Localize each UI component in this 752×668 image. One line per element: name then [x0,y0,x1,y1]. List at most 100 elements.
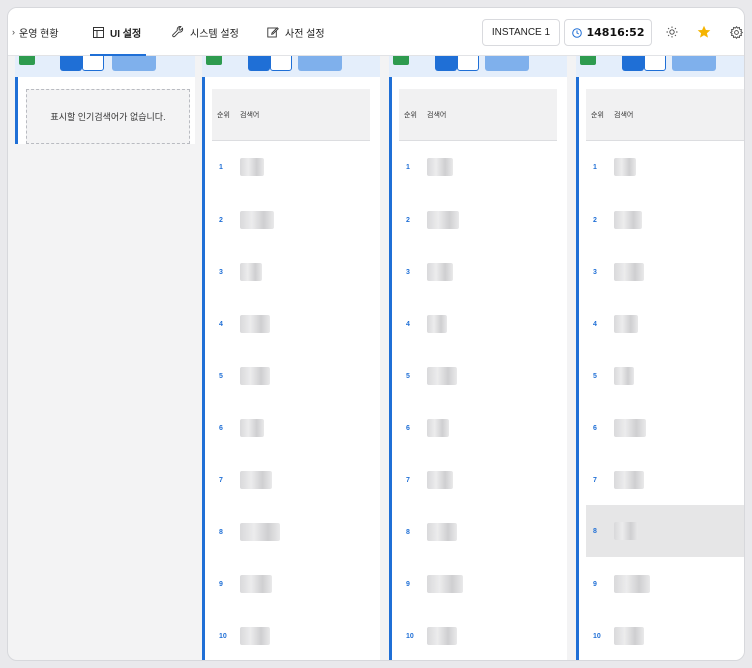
keyword-column-header: 검색어 [427,111,447,119]
nav-ui-settings[interactable]: UI 설정 [93,8,141,56]
table-row[interactable]: 3 [212,250,370,294]
panel-toolbar [15,56,195,77]
edit-icon [267,27,279,38]
toolbar-button[interactable] [270,56,292,71]
app-window: › 운영 현황 UI 설정 시스템 설정 사전 설정 INSTANCE 1 14… [7,7,745,661]
toolbar-button[interactable] [60,56,82,71]
table-row[interactable]: 1 [399,145,557,189]
toolbar-green-button[interactable] [393,56,409,65]
instance-selector[interactable]: INSTANCE 1 [482,19,560,46]
table-row[interactable]: 5 [212,354,370,398]
table-row[interactable]: 2 [586,198,744,242]
empty-state-message: 표시할 인기검색어가 없습니다. [50,112,166,122]
toolbar-button[interactable] [644,56,666,71]
star-icon[interactable] [696,24,712,40]
panel-toolbar [389,56,567,77]
panel-toolbar [202,56,380,77]
toolbar-button[interactable] [248,56,270,71]
toolbar-button[interactable] [112,56,156,71]
rank-column-header: 순위 [404,111,417,119]
table-row[interactable]: 8 [399,510,557,554]
toolbar-button[interactable] [672,56,716,71]
sun-icon[interactable] [664,24,680,40]
rank-number: 9 [406,580,410,588]
table-row[interactable]: 1 [586,145,744,189]
wrench-icon [172,26,184,38]
table-row[interactable]: 4 [586,302,744,346]
table-row[interactable]: 2 [212,198,370,242]
blurred-keyword [614,211,642,229]
blurred-keyword [427,158,453,176]
blurred-keyword [427,627,457,645]
table-row[interactable]: 10 [586,614,744,658]
keyword-column-header: 검색어 [614,111,634,119]
table-row[interactable]: 9 [212,562,370,606]
blurred-keyword [240,315,270,333]
table-row[interactable]: 2 [399,198,557,242]
blurred-keyword [614,575,650,593]
panel-toolbar [576,56,744,77]
table-row[interactable]: 6 [586,406,744,450]
rank-number: 1 [219,163,223,171]
table-row[interactable]: 3 [399,250,557,294]
nav-dictionary-settings-label: 사전 설정 [285,28,325,40]
toolbar-button[interactable] [622,56,644,71]
rank-number: 6 [406,424,410,432]
toolbar-button[interactable] [435,56,457,71]
table-row[interactable]: 7 [399,458,557,502]
toolbar-button[interactable] [82,56,104,71]
blurred-keyword [614,158,636,176]
nav-system-settings[interactable]: 시스템 설정 [172,8,239,56]
rank-number: 7 [593,476,597,484]
blurred-keyword [240,523,280,541]
blurred-keyword [427,315,447,333]
table-row-hovered[interactable]: 8 [586,505,744,557]
blurred-keyword [614,522,638,540]
table-row[interactable]: 4 [212,302,370,346]
blurred-keyword [614,263,644,281]
toolbar-button[interactable] [457,56,479,71]
table-row[interactable]: 10 [399,614,557,658]
table-row[interactable]: 9 [399,562,557,606]
ranking-panel-3: 순위 검색어 1 2 3 4 5 6 7 8 9 10 [389,56,567,660]
blurred-keyword [427,263,453,281]
toolbar-button[interactable] [485,56,529,71]
table-header: 순위 검색어 [586,89,744,141]
blurred-keyword [240,575,272,593]
blurred-keyword [614,315,638,333]
table-row[interactable]: 8 [212,510,370,554]
rank-number: 6 [593,424,597,432]
table-row[interactable]: 6 [212,406,370,450]
rank-number: 10 [406,632,414,640]
table-row[interactable]: 5 [399,354,557,398]
rank-number: 1 [593,163,597,171]
nav-operations[interactable]: › 운영 현황 [12,8,59,56]
blurred-keyword [427,211,459,229]
table-row[interactable]: 6 [399,406,557,450]
table-row[interactable]: 1 [212,145,370,189]
toolbar-green-button[interactable] [206,56,222,65]
table-row[interactable]: 5 [586,354,744,398]
rank-number: 3 [593,268,597,276]
nav-operations-label: 운영 현황 [19,28,59,40]
rank-number: 5 [406,372,410,380]
toolbar-green-button[interactable] [580,56,596,65]
blurred-keyword [427,523,457,541]
chevron-right-icon: › [12,27,15,37]
nav-dictionary-settings[interactable]: 사전 설정 [267,8,325,56]
toolbar-button[interactable] [298,56,342,71]
toolbar-green-button[interactable] [19,56,35,65]
rank-number: 2 [219,216,223,224]
empty-state: 표시할 인기검색어가 없습니다. [26,89,190,144]
ranking-panel-4: 순위 검색어 1 2 3 4 5 6 7 8 9 10 [576,56,744,660]
table-row[interactable]: 10 [212,614,370,658]
table-row[interactable]: 7 [212,458,370,502]
table-row[interactable]: 7 [586,458,744,502]
session-clock: 14816:52 [564,19,652,46]
panel-accent-bar [576,56,579,660]
gear-icon[interactable] [728,24,744,40]
table-row[interactable]: 9 [586,562,744,606]
table-row[interactable]: 3 [586,250,744,294]
rank-number: 9 [593,580,597,588]
table-row[interactable]: 4 [399,302,557,346]
